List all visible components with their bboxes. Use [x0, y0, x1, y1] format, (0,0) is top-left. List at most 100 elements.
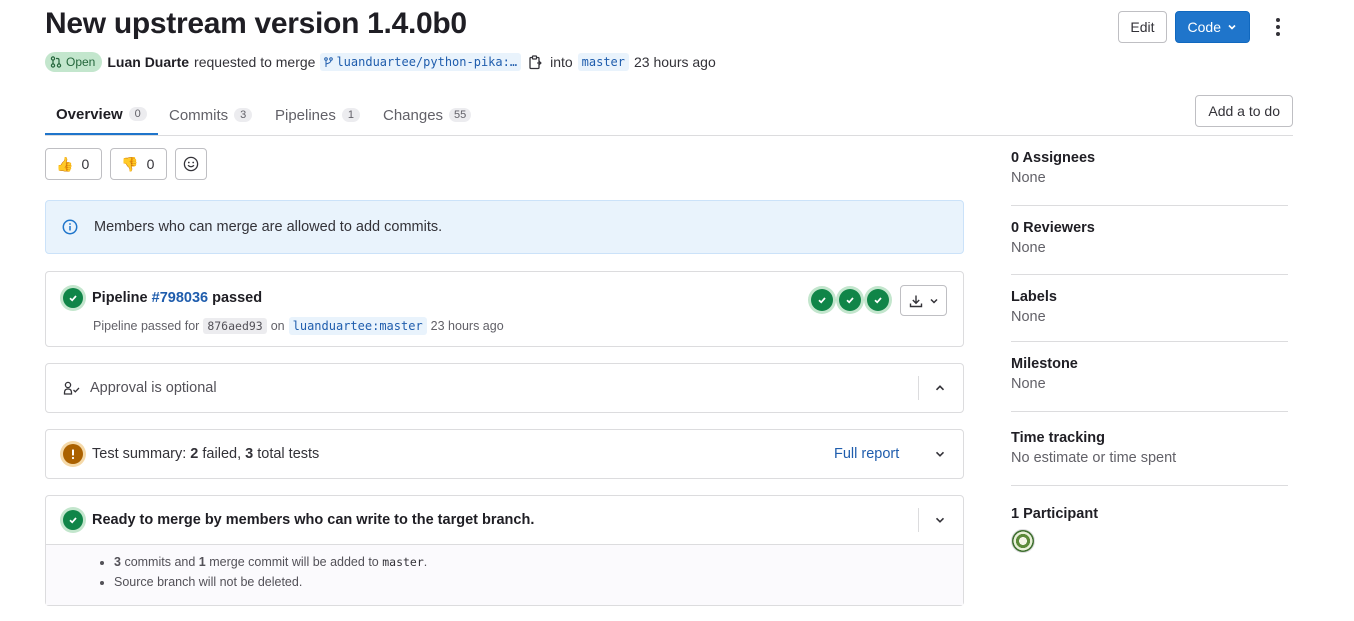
source-branch-label: luanduartee/python-pika:… — [336, 55, 518, 69]
more-actions-icon[interactable] — [1264, 11, 1292, 43]
tab-count: 3 — [234, 108, 253, 122]
tab-label: Changes — [383, 106, 444, 124]
milestone-section[interactable]: Milestone None — [1011, 342, 1288, 412]
right-sidebar: 0 Assignees None 0 Reviewers None Labels… — [1011, 146, 1288, 553]
tab-label: Pipelines — [275, 106, 336, 124]
test-summary-widget: Test summary: 2 failed, 3 total tests Fu… — [45, 429, 964, 479]
copy-icon[interactable] — [529, 54, 542, 70]
add-todo-button[interactable]: Add a to do — [1195, 95, 1293, 127]
milestone-title: Milestone — [1011, 356, 1078, 372]
reviewers-value: None — [1011, 240, 1046, 256]
code-button-label: Code — [1187, 19, 1221, 35]
thumbs-up-icon: 👍 — [56, 155, 74, 172]
merge-commit-text: merge commit will be added to — [209, 555, 379, 569]
merge-status-text: Ready to merge by members who can write … — [92, 512, 535, 528]
thumbs-down-button[interactable]: 👎 0 — [110, 148, 168, 180]
status-label: Open — [66, 55, 96, 69]
merge-widget: Ready to merge by members who can write … — [45, 495, 964, 606]
approval-text: Approval is optional — [90, 380, 217, 396]
tab-label: Commits — [169, 106, 229, 124]
stage-status-icon[interactable] — [839, 289, 861, 311]
time-tracking-title: Time tracking — [1011, 430, 1106, 446]
stage-status-icon[interactable] — [867, 289, 889, 311]
source-branch[interactable]: luanduartee/python-pika:… — [320, 53, 522, 71]
assignees-section[interactable]: 0 Assignees None — [1011, 146, 1288, 206]
smiley-icon — [184, 156, 199, 172]
target-branch[interactable]: master — [577, 53, 630, 71]
code-dropdown-button[interactable]: Code — [1174, 11, 1250, 43]
full-report-link[interactable]: Full report — [834, 446, 899, 462]
approval-icon — [63, 381, 80, 395]
pipeline-status: Pipeline #798036 passed — [63, 288, 262, 308]
merge-request-tabs: Overview 0 Commits 3 Pipelines 1 Changes… — [45, 95, 1293, 136]
reviewers-section[interactable]: 0 Reviewers None — [1011, 206, 1288, 275]
reviewers-title: 0 Reviewers — [1011, 220, 1095, 236]
commit-sha-link[interactable]: 876aed93 — [203, 318, 267, 334]
download-icon — [909, 295, 922, 307]
header-actions: Edit Code — [1118, 11, 1292, 43]
commits-text: commits and — [124, 555, 196, 569]
on-text: on — [270, 319, 285, 333]
merge-request-meta: Open Luan Duarte requested to merge luan… — [45, 52, 716, 72]
author-link[interactable]: Luan Duarte — [107, 54, 189, 70]
total-label: total tests — [257, 446, 320, 462]
time-tracking-section[interactable]: Time tracking No estimate or time spent — [1011, 412, 1288, 486]
labels-title: Labels — [1011, 289, 1057, 305]
success-status-icon — [63, 510, 83, 530]
pipeline-time: 23 hours ago — [430, 319, 504, 333]
stage-status-icon[interactable] — [811, 289, 833, 311]
participants-title: 1 Participant — [1011, 506, 1099, 522]
chevron-down-icon — [929, 298, 938, 304]
avatar[interactable] — [1011, 529, 1035, 553]
test-summary-prefix: Test summary: — [92, 446, 187, 462]
tab-changes[interactable]: Changes 55 — [372, 95, 482, 135]
info-alert: Members who can merge are allowed to add… — [45, 200, 964, 254]
status-badge: Open — [45, 52, 103, 72]
labels-section[interactable]: Labels None — [1011, 275, 1288, 342]
pipeline-stages — [811, 289, 889, 311]
add-reaction-button[interactable] — [175, 148, 208, 180]
success-status-icon — [63, 288, 83, 308]
page-title: New upstream version 1.4.0b0 — [45, 7, 467, 40]
collapse-icon[interactable] — [931, 379, 949, 397]
assignees-title: 0 Assignees — [1011, 150, 1096, 166]
pipeline-widget: Pipeline #798036 passed Pipeline passed … — [45, 271, 964, 347]
thumbs-down-count: 0 — [146, 156, 155, 172]
expand-icon[interactable] — [931, 511, 949, 529]
pipeline-ref-link[interactable]: luanduartee:master — [288, 317, 427, 335]
download-artifacts-button[interactable] — [900, 285, 947, 316]
warning-status-icon — [63, 444, 83, 464]
award-emoji-bar: 👍 0 👎 0 — [45, 148, 208, 180]
period: . — [423, 555, 428, 569]
alert-text: Members who can merge are allowed to add… — [94, 219, 443, 235]
thumbs-up-button[interactable]: 👍 0 — [45, 148, 103, 180]
edit-button[interactable]: Edit — [1118, 11, 1167, 43]
approval-widget: Approval is optional — [45, 363, 964, 413]
pipeline-label: Pipeline — [92, 290, 148, 306]
tab-count: 0 — [128, 107, 147, 121]
merge-request-icon — [50, 56, 62, 68]
list-item: 3 commits and 1 merge commit will be add… — [114, 555, 963, 569]
tab-pipelines[interactable]: Pipelines 1 — [264, 95, 371, 135]
merge-details: 3 commits and 1 merge commit will be add… — [46, 545, 963, 605]
pipeline-state: passed — [212, 290, 263, 306]
time-ago: 23 hours ago — [634, 54, 716, 70]
list-item: Source branch will not be deleted. — [114, 575, 963, 589]
pipeline-link[interactable]: #798036 — [152, 290, 208, 306]
tab-commits[interactable]: Commits 3 — [158, 95, 263, 135]
branch-icon — [324, 56, 334, 67]
labels-value: None — [1011, 309, 1046, 325]
chevron-down-icon — [1228, 24, 1236, 30]
expand-icon[interactable] — [931, 445, 949, 463]
milestone-value: None — [1011, 376, 1046, 392]
failed-count: 2 — [190, 446, 199, 462]
assignees-value: None — [1011, 170, 1046, 186]
target-branch-code: master — [382, 555, 424, 569]
failed-label: failed, — [202, 446, 242, 462]
tab-label: Overview — [56, 105, 123, 123]
pipeline-sub-prefix: Pipeline passed for — [93, 319, 200, 333]
merge-status-row: Ready to merge by members who can write … — [63, 496, 534, 544]
thumbs-down-icon: 👎 — [121, 155, 139, 172]
tab-overview[interactable]: Overview 0 — [45, 95, 158, 135]
thumbs-up-count: 0 — [81, 156, 90, 172]
